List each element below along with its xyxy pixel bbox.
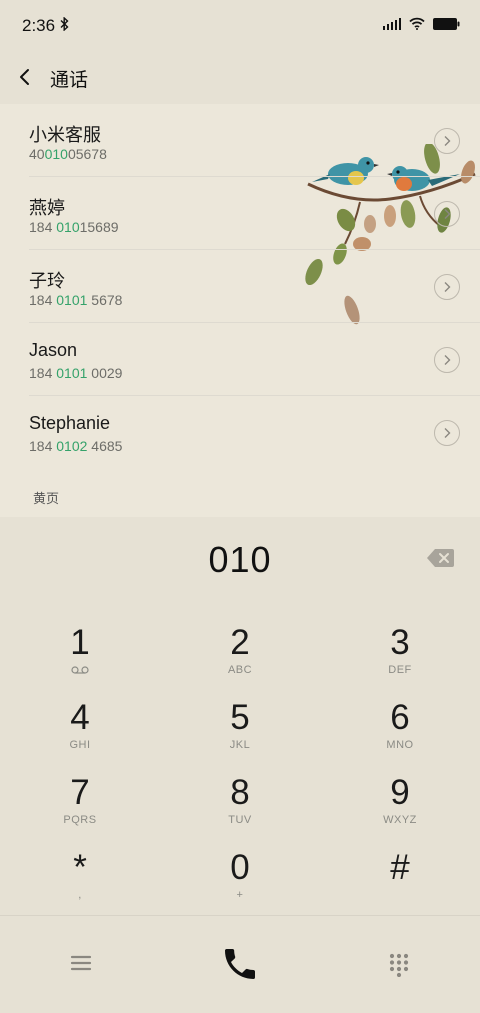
key-5[interactable]: 5 JKL [160, 687, 320, 762]
keypad: 1 2 ABC 3 DEF 4 GHI 5 JKL 6 MNO 7 PQRS 8… [0, 612, 480, 915]
back-icon[interactable] [14, 64, 38, 90]
key-0[interactable]: 0 + [160, 837, 320, 912]
contact-row[interactable]: Jason 184 0101 0029 [0, 323, 480, 396]
dialpad-icon[interactable] [388, 953, 410, 978]
chevron-right-icon [444, 355, 451, 365]
phone-icon [225, 949, 255, 979]
menu-icon[interactable] [70, 954, 92, 972]
number-match-highlight: 0101 [56, 292, 88, 308]
contact-name: 子玲 [29, 271, 65, 291]
page-title: 通话 [50, 70, 89, 91]
key-6[interactable]: 6 MNO [320, 687, 480, 762]
contact-row[interactable]: 小米客服 4001005678 [0, 104, 480, 177]
status-time: 2:36 [22, 16, 56, 35]
key-star[interactable]: * , [0, 837, 160, 912]
call-button[interactable] [218, 944, 262, 984]
dialed-number: 010 [208, 539, 272, 580]
chevron-right-icon [444, 136, 451, 146]
key-8[interactable]: 8 TUV [160, 762, 320, 837]
contact-detail-button[interactable] [434, 274, 460, 300]
number-match-highlight: 010 [56, 219, 80, 235]
bluetooth-icon [60, 16, 69, 34]
contact-number: 184 0101 5678 [29, 292, 123, 308]
contact-detail-button[interactable] [434, 201, 460, 227]
key-2[interactable]: 2 ABC [160, 612, 320, 687]
contact-name: Stephanie [29, 413, 111, 433]
contact-row[interactable]: 子玲 184 0101 5678 [0, 250, 480, 323]
status-bar: 2:36 [0, 0, 480, 52]
key-9[interactable]: 9 WXYZ [320, 762, 480, 837]
contact-name: Jason [29, 340, 78, 360]
battery-icon [433, 17, 460, 30]
contact-detail-button[interactable] [434, 347, 460, 373]
contact-detail-button[interactable] [434, 128, 460, 154]
contact-row[interactable]: Stephanie 184 0102 4685 [0, 396, 480, 469]
key-3[interactable]: 3 DEF [320, 612, 480, 687]
chevron-right-icon [444, 282, 451, 292]
key-hash[interactable]: # [320, 837, 480, 912]
number-match-highlight: 0101 [56, 365, 88, 381]
number-match-highlight: 0102 [56, 438, 88, 454]
bottom-action-bar [0, 916, 480, 1013]
contact-row[interactable]: 燕婷 184 01015689 [0, 177, 480, 250]
signal-icon [383, 17, 401, 30]
contact-number: 4001005678 [29, 146, 107, 162]
key-1[interactable]: 1 [0, 612, 160, 687]
key-7[interactable]: 7 PQRS [0, 762, 160, 837]
contact-number: 184 01015689 [29, 219, 119, 235]
chevron-right-icon [444, 428, 451, 438]
wifi-icon [409, 17, 425, 30]
contact-suggestions: 小米客服 4001005678 燕婷 184 01015689 子玲 184 0… [0, 104, 480, 517]
contact-name: 燕婷 [29, 198, 65, 218]
yellow-pages-label[interactable]: 黄页 [33, 488, 59, 507]
app-header: 通话 [0, 52, 480, 104]
contact-detail-button[interactable] [434, 420, 460, 446]
backspace-icon[interactable] [427, 549, 454, 567]
chevron-right-icon [444, 209, 451, 219]
number-match-highlight: 010 [44, 146, 68, 162]
contact-name: 小米客服 [29, 125, 101, 145]
contact-number: 184 0101 0029 [29, 365, 123, 381]
contact-number: 184 0102 4685 [29, 438, 123, 454]
voicemail-icon [71, 666, 89, 674]
dial-input: 010 [0, 517, 480, 602]
key-4[interactable]: 4 GHI [0, 687, 160, 762]
